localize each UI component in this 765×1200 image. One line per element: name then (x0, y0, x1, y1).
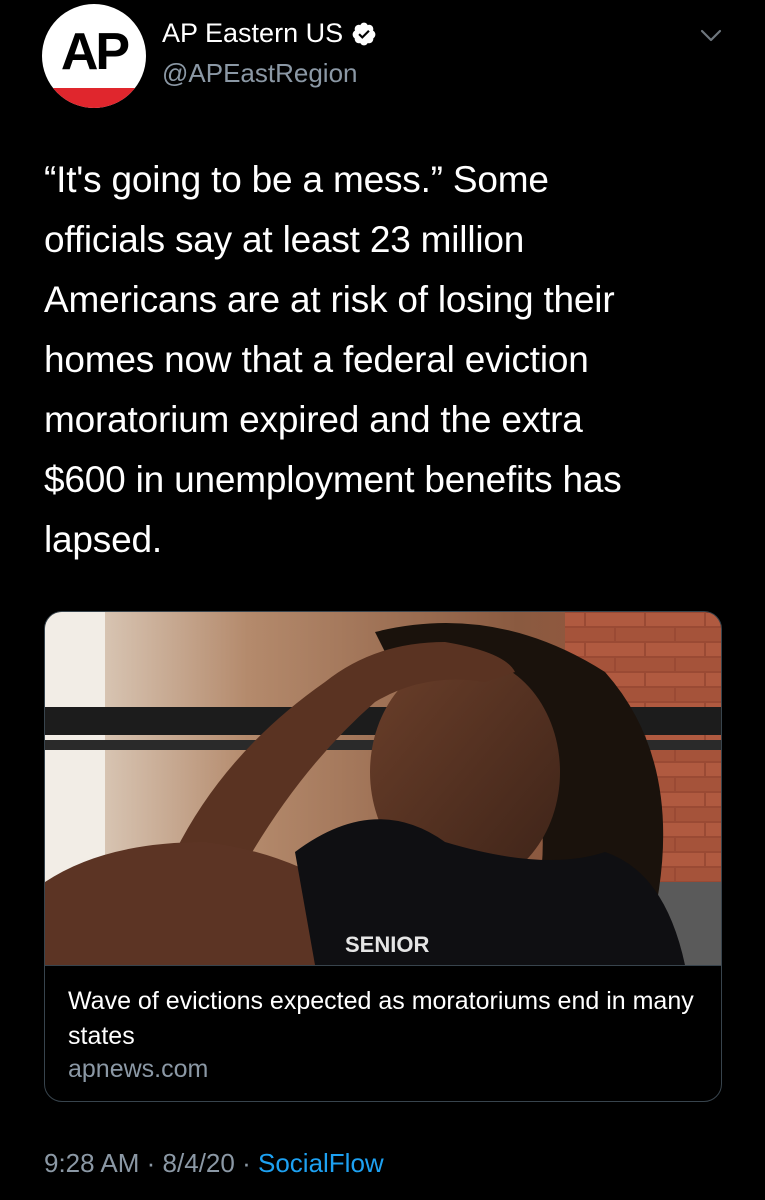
tweet-date[interactable]: 8/4/20 (163, 1148, 235, 1178)
chevron-down-icon[interactable] (698, 26, 724, 46)
tweet-source-link[interactable]: SocialFlow (258, 1148, 384, 1178)
separator: · (242, 1148, 251, 1178)
card-title[interactable]: Wave of evictions expected as moratorium… (68, 984, 698, 1054)
ap-logo-text: AP (60, 23, 130, 81)
tweet: AP AP Eastern US @APEastRegion “It's goi… (0, 0, 765, 1200)
link-card[interactable]: SENIOR Wave of evictions expected as mor… (44, 611, 722, 1102)
shirt-text: SENIOR (345, 932, 429, 957)
tweet-text: “It's going to be a mess.” Some official… (44, 159, 622, 560)
ap-logo-red-band (42, 88, 146, 108)
tweet-footer: 9:28 AM · 8/4/20 · SocialFlow (44, 1148, 384, 1179)
author-handle[interactable]: @APEastRegion (162, 58, 358, 89)
separator: · (146, 1148, 156, 1178)
verified-badge-icon (352, 22, 376, 45)
card-meta[interactable]: Wave of evictions expected as moratorium… (45, 965, 721, 1101)
author-name-row[interactable]: AP Eastern US (162, 18, 377, 49)
card-domain[interactable]: apnews.com (68, 1055, 208, 1084)
tweet-time[interactable]: 9:28 AM (44, 1148, 139, 1178)
card-image[interactable]: SENIOR (45, 612, 721, 965)
avatar[interactable]: AP (42, 4, 146, 108)
display-name[interactable]: AP Eastern US (162, 18, 343, 49)
